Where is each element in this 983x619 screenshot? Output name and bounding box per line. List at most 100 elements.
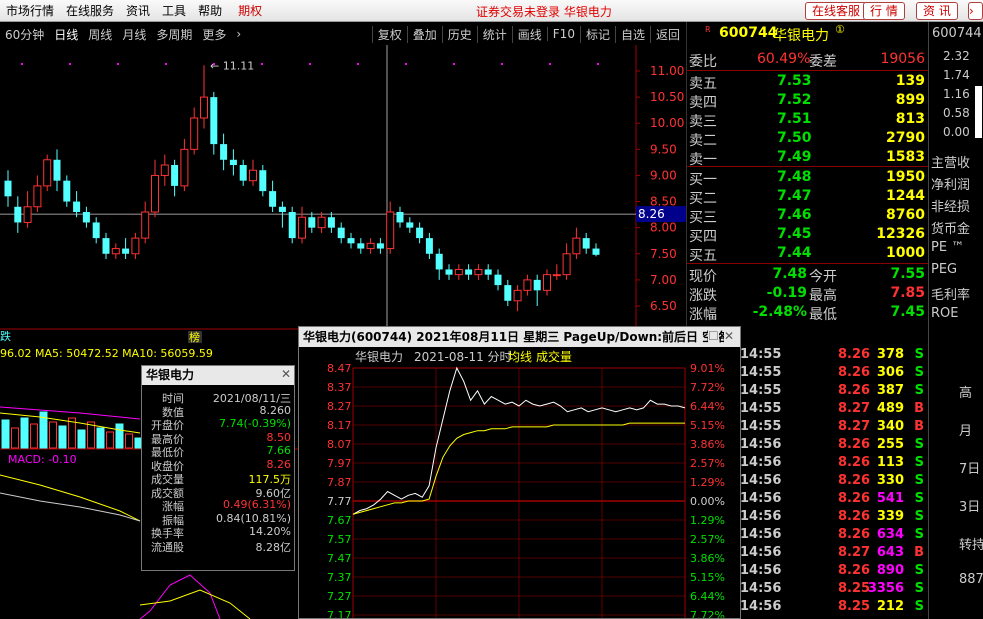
candle-down bbox=[4, 180, 12, 197]
menu-help[interactable]: 帮助 bbox=[192, 2, 228, 19]
tool-overlay[interactable]: 叠加 bbox=[406, 25, 442, 43]
stat-label: 涨跌 bbox=[689, 288, 717, 304]
chevron-right-icon[interactable]: › bbox=[231, 27, 246, 41]
tick-row[interactable]: 14:56 8.26 330 S bbox=[738, 472, 928, 490]
stat-value: 7.55 bbox=[890, 266, 925, 282]
info-button[interactable]: 资 讯 bbox=[916, 2, 958, 20]
close-icon[interactable]: ✕ bbox=[724, 329, 735, 343]
candle-up bbox=[298, 216, 306, 239]
period-60min[interactable]: 60分钟 bbox=[0, 26, 49, 43]
fr-bottom-label: 3日 bbox=[959, 500, 981, 515]
candle-up bbox=[552, 274, 561, 277]
tool-watchlist[interactable]: 自选 bbox=[614, 25, 650, 43]
sell-row-2[interactable]: 卖二 7.50 2790 bbox=[687, 129, 929, 149]
intraday-price-tick: 7.87 bbox=[327, 476, 352, 489]
tick-volume: 378 bbox=[876, 347, 904, 362]
tool-draw[interactable]: 画线 bbox=[511, 25, 547, 43]
candle-down bbox=[63, 180, 71, 202]
chart-toolbar: 60分钟 日线 周线 月线 多周期 更多 › 复权 叠加 历史 统计 画线 F1… bbox=[0, 23, 685, 45]
sell-row-5[interactable]: 卖五 7.53 139 bbox=[687, 72, 929, 92]
candle-up bbox=[180, 148, 189, 187]
tick-time: 14:56 bbox=[740, 545, 782, 560]
intraday-pct-tick: 1.29% bbox=[690, 514, 725, 527]
tool-f10[interactable]: F10 bbox=[546, 27, 580, 41]
volume-bar bbox=[106, 431, 114, 449]
tick-row[interactable]: 14:55 8.26 387 S bbox=[738, 382, 928, 400]
sell-row-3[interactable]: 卖三 7.51 813 bbox=[687, 110, 929, 130]
candle-up bbox=[317, 216, 326, 229]
scroll-right-icon[interactable]: › bbox=[968, 2, 983, 20]
volume-bar bbox=[125, 433, 133, 449]
stat-value: -0.19 bbox=[766, 285, 807, 301]
close-icon[interactable]: ✕ bbox=[281, 367, 291, 381]
online-service-button[interactable]: 在线客服 bbox=[805, 2, 868, 20]
period-week[interactable]: 周线 bbox=[83, 26, 117, 43]
macd-dea bbox=[0, 492, 141, 522]
tick-row[interactable]: 14:56 8.26 339 S bbox=[738, 508, 928, 526]
candle-down bbox=[484, 269, 492, 275]
intraday-pct-tick: 3.86% bbox=[690, 438, 725, 451]
buy-row-1[interactable]: 买一 7.48 1950 bbox=[687, 168, 929, 188]
fr-axis-value: 0.00 bbox=[943, 125, 970, 139]
tick-row[interactable]: 14:56 8.25 212 S bbox=[738, 598, 928, 616]
menu-options[interactable]: 期权 bbox=[232, 2, 268, 19]
fr-label: 毛利率 bbox=[931, 288, 971, 303]
data-window: 华银电力 ✕ 时间 2021/08/11/三 数值 8.260 开盘价 7.74(-0.3… bbox=[141, 365, 295, 571]
tool-mark[interactable]: 标记 bbox=[579, 25, 615, 43]
candle-down bbox=[425, 238, 433, 254]
stock-name: 华银电力 bbox=[773, 28, 829, 44]
menu-news[interactable]: 资讯 bbox=[120, 2, 156, 19]
tick-time: 14:55 bbox=[740, 365, 782, 380]
buy-row-3[interactable]: 买三 7.46 8760 bbox=[687, 206, 929, 226]
tick-volume: 113 bbox=[876, 455, 904, 470]
tool-restore-right[interactable]: 复权 bbox=[371, 25, 407, 43]
period-month[interactable]: 月线 bbox=[117, 26, 151, 43]
buy-row-4[interactable]: 买四 7.45 12326 bbox=[687, 225, 929, 245]
tick-row[interactable]: 14:56 8.26 634 S bbox=[738, 526, 928, 544]
stat-row: 涨幅 -2.48% 最低 7.45 bbox=[687, 303, 929, 323]
buy-row-2[interactable]: 买二 7.47 1244 bbox=[687, 187, 929, 207]
stat-label: 今开 bbox=[809, 269, 837, 285]
tick-volume: 489 bbox=[876, 401, 904, 416]
data-value: 0.49(6.31%) bbox=[222, 498, 291, 511]
tick-row[interactable]: 14:56 8.26 890 S bbox=[738, 562, 928, 580]
tick-row[interactable]: 14:55 8.26 378 S bbox=[738, 346, 928, 364]
tick-price: 8.26 bbox=[838, 563, 871, 578]
menu-online[interactable]: 在线服务 bbox=[60, 2, 120, 19]
vol-ma10 bbox=[0, 406, 141, 420]
tick-row[interactable]: 14:56 8.25 3356 S bbox=[738, 580, 928, 598]
sell-row-1[interactable]: 卖一 7.49 1583 bbox=[687, 148, 929, 168]
tool-stats[interactable]: 统计 bbox=[476, 25, 512, 43]
volume-bar bbox=[77, 429, 86, 449]
tick-row[interactable]: 14:55 8.27 489 B bbox=[738, 400, 928, 418]
tick-row[interactable]: 14:55 8.27 340 B bbox=[738, 418, 928, 436]
maximize-icon[interactable]: ☐ bbox=[708, 329, 719, 343]
period-day[interactable]: 日线 bbox=[49, 26, 83, 43]
candle-up bbox=[474, 268, 483, 276]
tool-history[interactable]: 历史 bbox=[441, 25, 477, 43]
stat-value: -2.48% bbox=[752, 304, 807, 320]
buy-row-5[interactable]: 买五 7.44 1000 bbox=[687, 244, 929, 264]
quote-button[interactable]: 行 情 bbox=[863, 2, 905, 20]
intraday-price-tick: 7.27 bbox=[327, 590, 352, 603]
intraday-chart[interactable]: 8.47 9.01% 8.37 7.72% 8.27 6.44% 8.17 5.15% 8.07… bbox=[299, 347, 740, 618]
period-more[interactable]: 更多 bbox=[197, 26, 231, 43]
candle-down bbox=[210, 97, 218, 145]
sell-row-4[interactable]: 卖四 7.52 899 bbox=[687, 91, 929, 111]
volume-bar bbox=[30, 423, 38, 449]
buy-row-1-label: 买一 bbox=[689, 172, 717, 188]
intraday-pct-tick: 1.29% bbox=[690, 476, 725, 489]
tick-row[interactable]: 14:55 8.26 306 S bbox=[738, 364, 928, 382]
menu-market[interactable]: 市场行情 bbox=[0, 2, 60, 19]
tool-back[interactable]: 返回 bbox=[649, 25, 685, 43]
fr-axis-value: 0.58 bbox=[943, 106, 970, 120]
tick-row[interactable]: 14:56 8.26 255 S bbox=[738, 436, 928, 454]
tick-list[interactable]: 14:55 8.26 378 S 14:55 8.26 306 S 14:55 8.26 387 S 1… bbox=[738, 346, 928, 619]
tick-row[interactable]: 14:56 8.26 113 S bbox=[738, 454, 928, 472]
period-multi[interactable]: 多周期 bbox=[151, 26, 197, 43]
volume-bar bbox=[20, 417, 29, 449]
tick-row[interactable]: 14:56 8.27 643 B bbox=[738, 544, 928, 562]
menu-tools[interactable]: 工具 bbox=[156, 2, 192, 19]
info-circle-icon[interactable]: ① bbox=[835, 23, 845, 36]
tick-row[interactable]: 14:56 8.26 541 S bbox=[738, 490, 928, 508]
